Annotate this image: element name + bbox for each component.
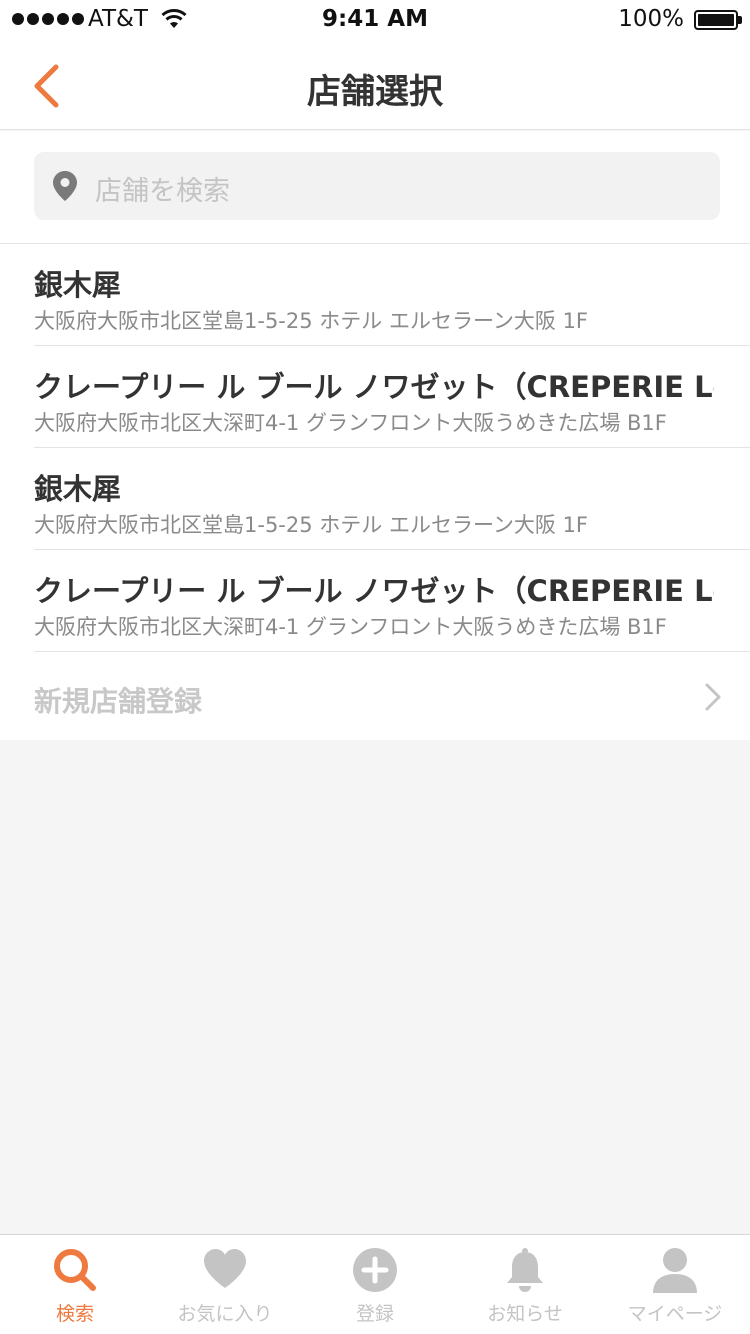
chevron-right-icon xyxy=(705,683,721,711)
store-list-item[interactable]: クレープリー ル ブール ノワゼット（CREPERIE Le... 大阪府大阪市… xyxy=(0,550,750,652)
store-name: 銀木犀 xyxy=(34,268,122,302)
tab-my-page[interactable]: マイページ xyxy=(600,1235,750,1334)
bell-icon xyxy=(507,1248,543,1292)
user-icon xyxy=(653,1248,697,1293)
register-new-store-label: 新規店舗登録 xyxy=(34,685,203,718)
battery-tip xyxy=(738,16,742,24)
location-pin-icon xyxy=(53,171,77,201)
tab-search[interactable]: 検索 xyxy=(0,1235,150,1334)
store-address: 大阪府大阪市北区大深町4-1 グランフロント大阪うめきた広場 B1F xyxy=(34,411,667,435)
battery-icon xyxy=(694,10,738,30)
tab-label: 登録 xyxy=(355,1303,394,1325)
battery-percentage: 100% xyxy=(618,6,684,32)
store-name: クレープリー ル ブール ノワゼット（CREPERIE Le... xyxy=(34,574,714,608)
store-address: 大阪府大阪市北区堂島1-5-25 ホテル エルセラーン大阪 1F xyxy=(34,513,589,537)
navigation-bar: 店舗選択 xyxy=(0,40,750,130)
status-bar: AT&T 9:41 AM 100% xyxy=(0,0,750,40)
tab-favorites[interactable]: お気に入り xyxy=(150,1235,300,1334)
store-list-item[interactable]: 銀木犀 大阪府大阪市北区堂島1-5-25 ホテル エルセラーン大阪 1F xyxy=(0,244,750,346)
store-list: 銀木犀 大阪府大阪市北区堂島1-5-25 ホテル エルセラーン大阪 1F クレー… xyxy=(0,244,750,652)
search-icon xyxy=(54,1249,96,1291)
tab-label: お気に入り xyxy=(177,1303,273,1325)
tab-notifications[interactable]: お知らせ xyxy=(450,1235,600,1334)
store-address: 大阪府大阪市北区堂島1-5-25 ホテル エルセラーン大阪 1F xyxy=(34,309,589,333)
store-select-panel: 店舗を検索 銀木犀 大阪府大阪市北区堂島1-5-25 ホテル エルセラーン大阪 … xyxy=(0,131,750,740)
store-name: クレープリー ル ブール ノワゼット（CREPERIE Le... xyxy=(34,370,714,404)
page-title: 店舗選択 xyxy=(307,72,443,112)
plus-circle-icon xyxy=(353,1248,397,1292)
tab-label: お知らせ xyxy=(487,1303,563,1325)
store-name: 銀木犀 xyxy=(34,472,122,506)
store-list-item[interactable]: クレープリー ル ブール ノワゼット（CREPERIE Le... 大阪府大阪市… xyxy=(0,346,750,448)
store-list-item[interactable]: 銀木犀 大阪府大阪市北区堂島1-5-25 ホテル エルセラーン大阪 1F xyxy=(0,448,750,550)
tab-label: マイページ xyxy=(627,1303,723,1325)
search-placeholder: 店舗を検索 xyxy=(95,176,230,207)
tab-register[interactable]: 登録 xyxy=(300,1235,450,1334)
tab-label: 検索 xyxy=(55,1303,94,1325)
store-search-input[interactable]: 店舗を検索 xyxy=(34,152,720,220)
heart-icon xyxy=(204,1249,246,1288)
store-address: 大阪府大阪市北区大深町4-1 グランフロント大阪うめきた広場 B1F xyxy=(34,615,667,639)
tab-bar: 検索 お気に入り 登録 お知らせ マイページ xyxy=(0,1234,750,1334)
register-new-store-row[interactable]: 新規店舗登録 xyxy=(0,652,750,740)
